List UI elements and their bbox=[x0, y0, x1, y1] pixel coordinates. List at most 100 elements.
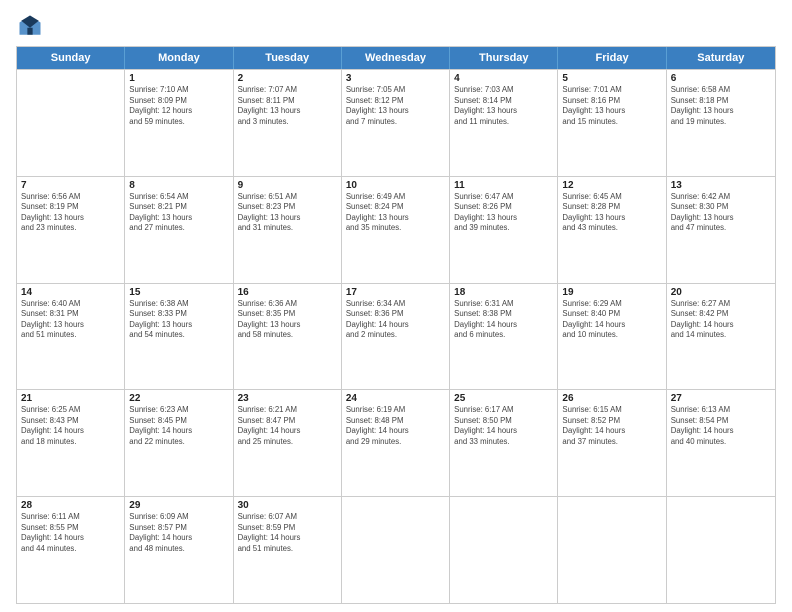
day-info: Sunrise: 6:25 AM Sunset: 8:43 PM Dayligh… bbox=[21, 405, 120, 447]
cal-empty-4-5 bbox=[558, 497, 666, 603]
cal-day-18: 18Sunrise: 6:31 AM Sunset: 8:38 PM Dayli… bbox=[450, 284, 558, 390]
day-header-thursday: Thursday bbox=[450, 47, 558, 69]
cal-empty-4-6 bbox=[667, 497, 775, 603]
cal-day-26: 26Sunrise: 6:15 AM Sunset: 8:52 PM Dayli… bbox=[558, 390, 666, 496]
day-number: 23 bbox=[238, 393, 337, 404]
day-info: Sunrise: 6:31 AM Sunset: 8:38 PM Dayligh… bbox=[454, 299, 553, 341]
header bbox=[16, 12, 776, 40]
day-info: Sunrise: 6:17 AM Sunset: 8:50 PM Dayligh… bbox=[454, 405, 553, 447]
cal-day-4: 4Sunrise: 7:03 AM Sunset: 8:14 PM Daylig… bbox=[450, 70, 558, 176]
calendar-row-2: 7Sunrise: 6:56 AM Sunset: 8:19 PM Daylig… bbox=[17, 176, 775, 283]
day-number: 6 bbox=[671, 73, 771, 84]
day-header-tuesday: Tuesday bbox=[234, 47, 342, 69]
cal-day-12: 12Sunrise: 6:45 AM Sunset: 8:28 PM Dayli… bbox=[558, 177, 666, 283]
cal-day-21: 21Sunrise: 6:25 AM Sunset: 8:43 PM Dayli… bbox=[17, 390, 125, 496]
day-info: Sunrise: 6:21 AM Sunset: 8:47 PM Dayligh… bbox=[238, 405, 337, 447]
day-info: Sunrise: 6:51 AM Sunset: 8:23 PM Dayligh… bbox=[238, 192, 337, 234]
page: SundayMondayTuesdayWednesdayThursdayFrid… bbox=[0, 0, 792, 612]
cal-day-28: 28Sunrise: 6:11 AM Sunset: 8:55 PM Dayli… bbox=[17, 497, 125, 603]
cal-day-25: 25Sunrise: 6:17 AM Sunset: 8:50 PM Dayli… bbox=[450, 390, 558, 496]
day-info: Sunrise: 6:38 AM Sunset: 8:33 PM Dayligh… bbox=[129, 299, 228, 341]
day-number: 28 bbox=[21, 500, 120, 511]
day-number: 16 bbox=[238, 287, 337, 298]
day-info: Sunrise: 6:15 AM Sunset: 8:52 PM Dayligh… bbox=[562, 405, 661, 447]
cal-day-1: 1Sunrise: 7:10 AM Sunset: 8:09 PM Daylig… bbox=[125, 70, 233, 176]
day-header-wednesday: Wednesday bbox=[342, 47, 450, 69]
day-number: 21 bbox=[21, 393, 120, 404]
day-info: Sunrise: 6:47 AM Sunset: 8:26 PM Dayligh… bbox=[454, 192, 553, 234]
logo-icon bbox=[16, 12, 44, 40]
day-number: 3 bbox=[346, 73, 445, 84]
cal-day-16: 16Sunrise: 6:36 AM Sunset: 8:35 PM Dayli… bbox=[234, 284, 342, 390]
cal-day-24: 24Sunrise: 6:19 AM Sunset: 8:48 PM Dayli… bbox=[342, 390, 450, 496]
day-info: Sunrise: 7:07 AM Sunset: 8:11 PM Dayligh… bbox=[238, 85, 337, 127]
calendar-row-1: 1Sunrise: 7:10 AM Sunset: 8:09 PM Daylig… bbox=[17, 69, 775, 176]
day-info: Sunrise: 7:03 AM Sunset: 8:14 PM Dayligh… bbox=[454, 85, 553, 127]
cal-day-13: 13Sunrise: 6:42 AM Sunset: 8:30 PM Dayli… bbox=[667, 177, 775, 283]
day-number: 20 bbox=[671, 287, 771, 298]
day-number: 13 bbox=[671, 180, 771, 191]
cal-day-9: 9Sunrise: 6:51 AM Sunset: 8:23 PM Daylig… bbox=[234, 177, 342, 283]
cal-day-30: 30Sunrise: 6:07 AM Sunset: 8:59 PM Dayli… bbox=[234, 497, 342, 603]
day-number: 19 bbox=[562, 287, 661, 298]
calendar: SundayMondayTuesdayWednesdayThursdayFrid… bbox=[16, 46, 776, 604]
cal-day-22: 22Sunrise: 6:23 AM Sunset: 8:45 PM Dayli… bbox=[125, 390, 233, 496]
day-number: 10 bbox=[346, 180, 445, 191]
day-info: Sunrise: 6:34 AM Sunset: 8:36 PM Dayligh… bbox=[346, 299, 445, 341]
day-info: Sunrise: 6:42 AM Sunset: 8:30 PM Dayligh… bbox=[671, 192, 771, 234]
day-info: Sunrise: 6:29 AM Sunset: 8:40 PM Dayligh… bbox=[562, 299, 661, 341]
cal-day-14: 14Sunrise: 6:40 AM Sunset: 8:31 PM Dayli… bbox=[17, 284, 125, 390]
day-header-friday: Friday bbox=[558, 47, 666, 69]
day-info: Sunrise: 6:13 AM Sunset: 8:54 PM Dayligh… bbox=[671, 405, 771, 447]
cal-day-19: 19Sunrise: 6:29 AM Sunset: 8:40 PM Dayli… bbox=[558, 284, 666, 390]
calendar-row-4: 21Sunrise: 6:25 AM Sunset: 8:43 PM Dayli… bbox=[17, 389, 775, 496]
day-info: Sunrise: 6:19 AM Sunset: 8:48 PM Dayligh… bbox=[346, 405, 445, 447]
calendar-row-5: 28Sunrise: 6:11 AM Sunset: 8:55 PM Dayli… bbox=[17, 496, 775, 603]
cal-day-3: 3Sunrise: 7:05 AM Sunset: 8:12 PM Daylig… bbox=[342, 70, 450, 176]
cal-day-5: 5Sunrise: 7:01 AM Sunset: 8:16 PM Daylig… bbox=[558, 70, 666, 176]
cal-day-27: 27Sunrise: 6:13 AM Sunset: 8:54 PM Dayli… bbox=[667, 390, 775, 496]
day-info: Sunrise: 6:40 AM Sunset: 8:31 PM Dayligh… bbox=[21, 299, 120, 341]
day-number: 29 bbox=[129, 500, 228, 511]
day-info: Sunrise: 6:58 AM Sunset: 8:18 PM Dayligh… bbox=[671, 85, 771, 127]
day-number: 4 bbox=[454, 73, 553, 84]
cal-day-8: 8Sunrise: 6:54 AM Sunset: 8:21 PM Daylig… bbox=[125, 177, 233, 283]
day-number: 17 bbox=[346, 287, 445, 298]
cal-empty-4-3 bbox=[342, 497, 450, 603]
cal-day-23: 23Sunrise: 6:21 AM Sunset: 8:47 PM Dayli… bbox=[234, 390, 342, 496]
day-header-sunday: Sunday bbox=[17, 47, 125, 69]
day-number: 30 bbox=[238, 500, 337, 511]
day-info: Sunrise: 6:09 AM Sunset: 8:57 PM Dayligh… bbox=[129, 512, 228, 554]
day-number: 27 bbox=[671, 393, 771, 404]
cal-empty-0-0 bbox=[17, 70, 125, 176]
day-number: 9 bbox=[238, 180, 337, 191]
cal-empty-4-4 bbox=[450, 497, 558, 603]
cal-day-2: 2Sunrise: 7:07 AM Sunset: 8:11 PM Daylig… bbox=[234, 70, 342, 176]
day-info: Sunrise: 6:54 AM Sunset: 8:21 PM Dayligh… bbox=[129, 192, 228, 234]
calendar-header: SundayMondayTuesdayWednesdayThursdayFrid… bbox=[17, 47, 775, 69]
cal-day-20: 20Sunrise: 6:27 AM Sunset: 8:42 PM Dayli… bbox=[667, 284, 775, 390]
cal-day-15: 15Sunrise: 6:38 AM Sunset: 8:33 PM Dayli… bbox=[125, 284, 233, 390]
day-number: 5 bbox=[562, 73, 661, 84]
day-number: 8 bbox=[129, 180, 228, 191]
calendar-row-3: 14Sunrise: 6:40 AM Sunset: 8:31 PM Dayli… bbox=[17, 283, 775, 390]
cal-day-6: 6Sunrise: 6:58 AM Sunset: 8:18 PM Daylig… bbox=[667, 70, 775, 176]
day-info: Sunrise: 7:01 AM Sunset: 8:16 PM Dayligh… bbox=[562, 85, 661, 127]
day-info: Sunrise: 6:11 AM Sunset: 8:55 PM Dayligh… bbox=[21, 512, 120, 554]
cal-day-7: 7Sunrise: 6:56 AM Sunset: 8:19 PM Daylig… bbox=[17, 177, 125, 283]
day-info: Sunrise: 6:23 AM Sunset: 8:45 PM Dayligh… bbox=[129, 405, 228, 447]
cal-day-10: 10Sunrise: 6:49 AM Sunset: 8:24 PM Dayli… bbox=[342, 177, 450, 283]
cal-day-29: 29Sunrise: 6:09 AM Sunset: 8:57 PM Dayli… bbox=[125, 497, 233, 603]
day-info: Sunrise: 7:10 AM Sunset: 8:09 PM Dayligh… bbox=[129, 85, 228, 127]
day-number: 18 bbox=[454, 287, 553, 298]
day-info: Sunrise: 6:45 AM Sunset: 8:28 PM Dayligh… bbox=[562, 192, 661, 234]
day-info: Sunrise: 6:49 AM Sunset: 8:24 PM Dayligh… bbox=[346, 192, 445, 234]
day-number: 22 bbox=[129, 393, 228, 404]
day-number: 24 bbox=[346, 393, 445, 404]
day-number: 14 bbox=[21, 287, 120, 298]
day-info: Sunrise: 7:05 AM Sunset: 8:12 PM Dayligh… bbox=[346, 85, 445, 127]
day-number: 7 bbox=[21, 180, 120, 191]
cal-day-11: 11Sunrise: 6:47 AM Sunset: 8:26 PM Dayli… bbox=[450, 177, 558, 283]
cal-day-17: 17Sunrise: 6:34 AM Sunset: 8:36 PM Dayli… bbox=[342, 284, 450, 390]
day-number: 1 bbox=[129, 73, 228, 84]
